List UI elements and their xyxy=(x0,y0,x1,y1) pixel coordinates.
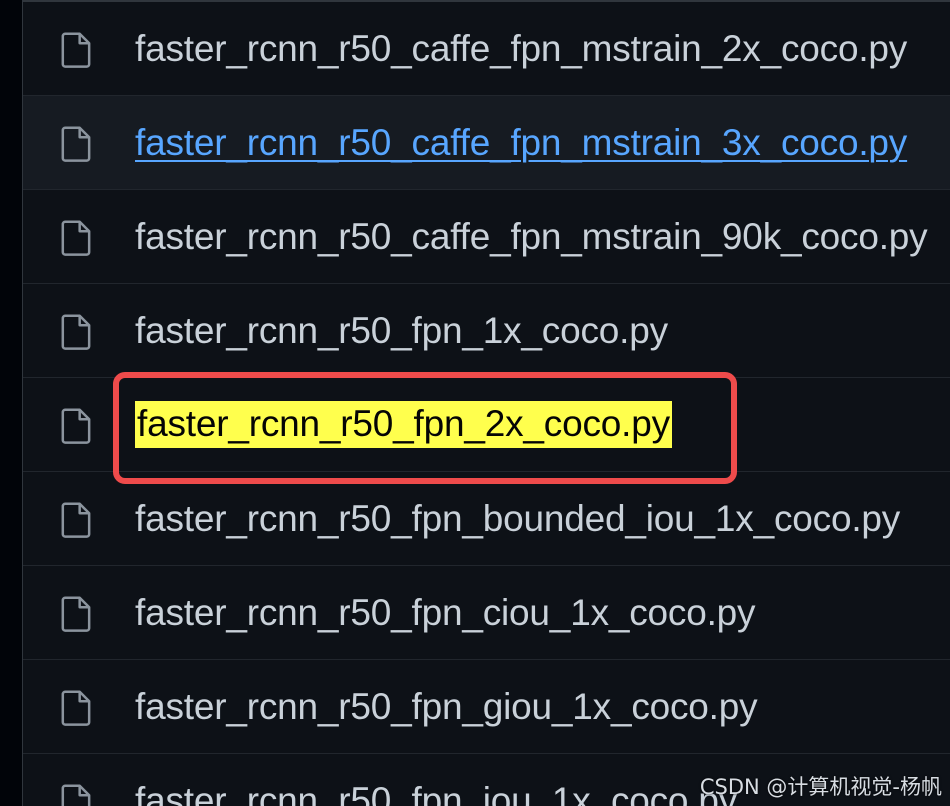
table-row[interactable]: faster_rcnn_r50_fpn_ciou_1x_coco.py xyxy=(23,566,950,660)
file-name-link[interactable]: faster_rcnn_r50_fpn_2x_coco.py xyxy=(135,401,672,448)
table-row[interactable]: faster_rcnn_r50_fpn_bounded_iou_1x_coco.… xyxy=(23,472,950,566)
file-name-link[interactable]: faster_rcnn_r50_caffe_fpn_mstrain_2x_coc… xyxy=(135,30,907,67)
table-row[interactable]: faster_rcnn_r50_caffe_fpn_mstrain_90k_co… xyxy=(23,190,950,284)
file-name-link[interactable]: faster_rcnn_r50_fpn_bounded_iou_1x_coco.… xyxy=(135,500,900,537)
file-name-link[interactable]: faster_rcnn_r50_caffe_fpn_mstrain_90k_co… xyxy=(135,218,928,255)
file-icon xyxy=(59,591,97,635)
table-row[interactable]: faster_rcnn_r50_caffe_fpn_mstrain_2x_coc… xyxy=(23,2,950,96)
csdn-watermark: CSDN @计算机视觉-杨帆 xyxy=(699,774,942,799)
file-name-link[interactable]: faster_rcnn_r50_fpn_giou_1x_coco.py xyxy=(135,688,758,725)
file-icon xyxy=(59,403,97,447)
table-row[interactable]: faster_rcnn_r50_caffe_fpn_mstrain_3x_coc… xyxy=(23,96,950,190)
file-icon xyxy=(59,121,97,165)
screenshot-root: faster_rcnn_r50_caffe_fpn_mstrain_2x_coc… xyxy=(0,0,950,806)
file-name-link[interactable]: faster_rcnn_r50_fpn_ciou_1x_coco.py xyxy=(135,594,756,631)
file-list-table: faster_rcnn_r50_caffe_fpn_mstrain_2x_coc… xyxy=(22,0,950,806)
left-gutter xyxy=(0,0,22,806)
file-icon xyxy=(59,497,97,541)
file-icon xyxy=(59,27,97,71)
file-name-link[interactable]: faster_rcnn_r50_fpn_iou_1x_coco.py xyxy=(135,782,737,806)
table-row[interactable]: faster_rcnn_r50_fpn_2x_coco.py xyxy=(23,378,950,472)
file-icon xyxy=(59,309,97,353)
file-icon xyxy=(59,779,97,806)
table-row[interactable]: faster_rcnn_r50_fpn_1x_coco.py xyxy=(23,284,950,378)
file-icon xyxy=(59,685,97,729)
file-name-link[interactable]: faster_rcnn_r50_fpn_1x_coco.py xyxy=(135,312,668,349)
file-icon xyxy=(59,215,97,259)
file-name-link[interactable]: faster_rcnn_r50_caffe_fpn_mstrain_3x_coc… xyxy=(135,124,907,161)
table-row[interactable]: faster_rcnn_r50_fpn_giou_1x_coco.py xyxy=(23,660,950,754)
